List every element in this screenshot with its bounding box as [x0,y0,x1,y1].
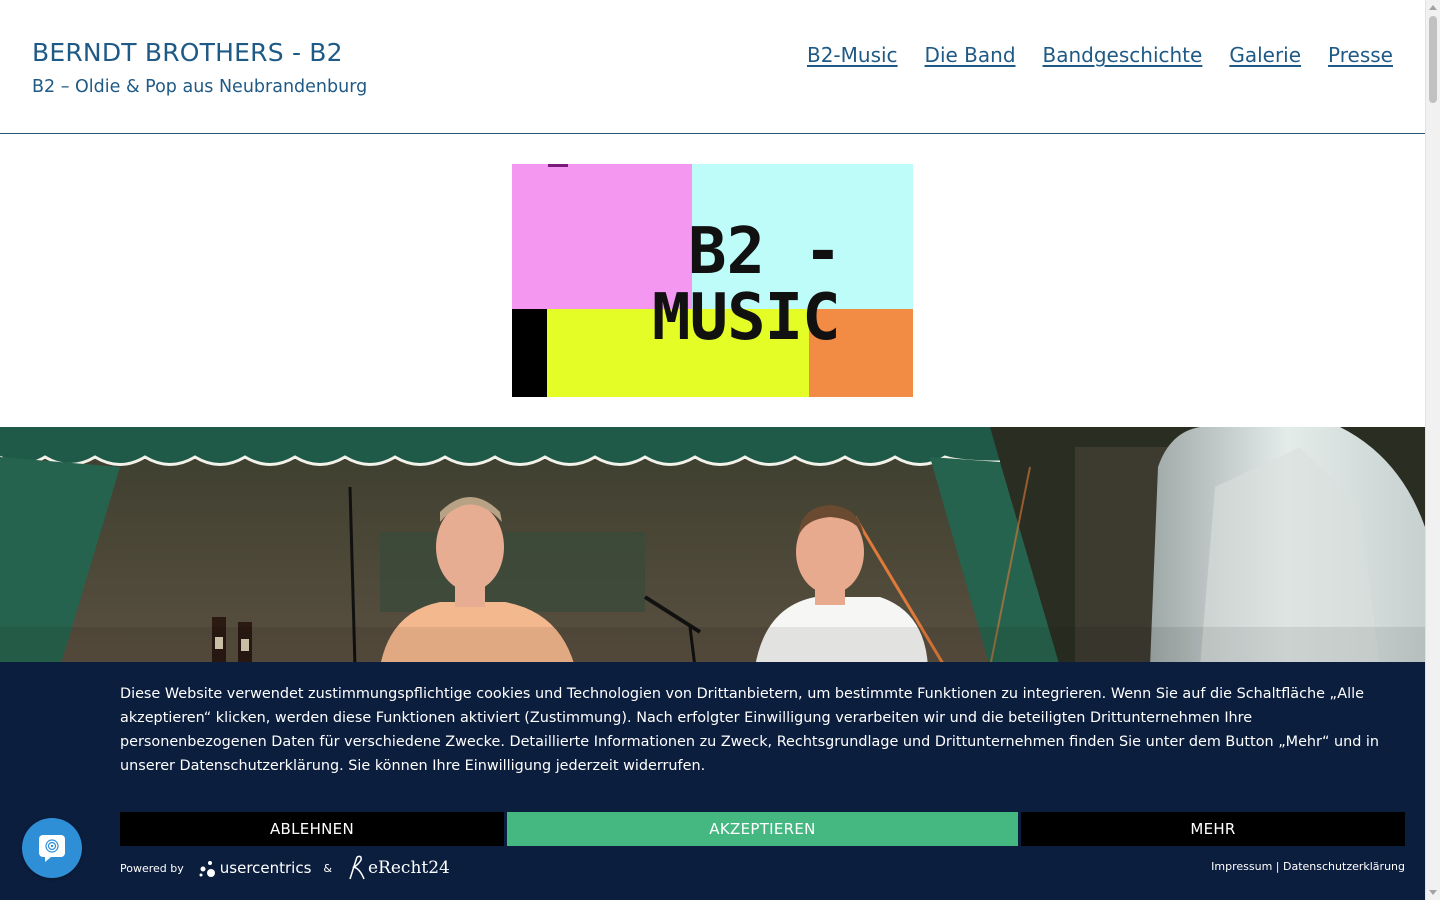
nav-link-presse[interactable]: Presse [1328,43,1393,67]
page-scrollbar[interactable] [1425,0,1440,900]
cookie-consent-banner: Diese Website verwendet zustimmungspflic… [0,662,1425,900]
nav-link-b2-music[interactable]: B2-Music [807,43,898,67]
b2-music-logo: B2 - MUSIC [512,164,913,397]
logo-line-2: MUSIC [652,281,841,355]
site-header: BERNDT BROTHERS - B2 B2 – Oldie & Pop au… [0,0,1425,134]
band-photo-image [0,427,1425,667]
impressum-link[interactable]: Impressum [1211,860,1272,873]
fingerprint-icon [39,835,65,862]
logo-line-1: B2 - [688,215,843,289]
more-button[interactable]: MEHR [1021,812,1405,846]
band-photo [0,427,1425,667]
usercentrics-label: usercentrics [219,859,312,877]
usercentrics-dots-icon [199,861,215,877]
legal-separator: | [1275,860,1280,873]
powered-by: Powered by usercentrics & eRecht24 [120,854,450,882]
scroll-down-icon[interactable] [1429,890,1437,895]
powered-by-label: Powered by [120,861,184,875]
site-title[interactable]: BERNDT BROTHERS - B2 [32,38,343,67]
ampersand: & [323,861,332,875]
cookie-consent-text: Diese Website verwendet zustimmungspflic… [120,686,1380,774]
scrollbar-thumb[interactable] [1429,16,1437,103]
legal-links: Impressum | Datenschutzerklärung [1211,860,1405,873]
nav-link-galerie[interactable]: Galerie [1229,43,1301,67]
nav-link-die-band[interactable]: Die Band [925,43,1016,67]
usercentrics-logo[interactable]: usercentrics [190,857,312,879]
scroll-up-icon[interactable] [1429,5,1437,10]
erecht24-paragraph-icon [349,855,365,880]
erecht24-logo[interactable]: eRecht24 [346,855,450,881]
erecht24-label: eRecht24 [368,858,450,878]
privacy-settings-button[interactable] [22,818,82,878]
main-nav: B2-Music Die Band Bandgeschichte Galerie… [807,43,1393,67]
deny-button[interactable]: ABLEHNEN [120,812,504,846]
accept-button[interactable]: AKZEPTIEREN [507,812,1018,846]
datenschutz-link[interactable]: Datenschutzerklärung [1283,860,1405,873]
nav-link-bandgeschichte[interactable]: Bandgeschichte [1043,43,1203,67]
site-tagline: B2 – Oldie & Pop aus Neubrandenburg [32,77,368,97]
